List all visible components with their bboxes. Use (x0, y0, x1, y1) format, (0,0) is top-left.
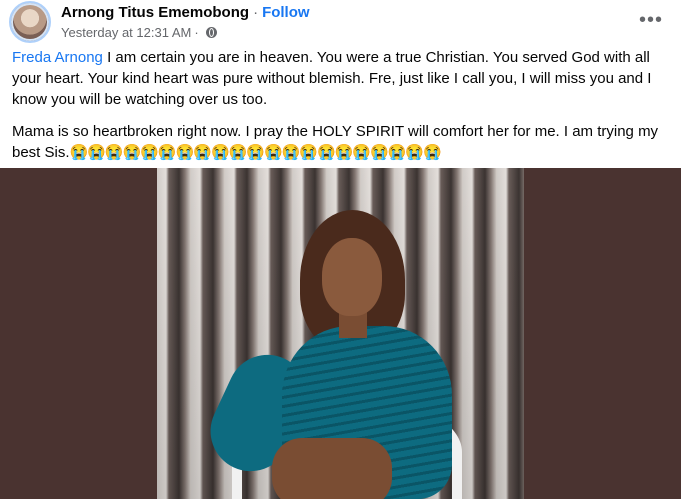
follow-button[interactable]: Follow (262, 4, 310, 21)
name-separator: · (253, 4, 259, 21)
post-photo-container[interactable] (0, 168, 681, 499)
meta-separator: · (194, 25, 199, 40)
post-body: Freda Arnong I am certain you are in hea… (12, 47, 672, 174)
mention-link[interactable]: Freda Arnong (12, 49, 103, 66)
author-row: Arnong Titus Ememobong · Follow (61, 4, 310, 21)
crying-emoji-row: 😭😭😭😭😭😭😭😭😭😭😭😭😭😭😭😭😭😭😭😭😭 (69, 144, 442, 161)
post-photo[interactable] (157, 168, 524, 499)
post-timestamp[interactable]: Yesterday at 12:31 AM (61, 25, 191, 40)
author-avatar[interactable] (9, 1, 51, 43)
facebook-post: Arnong Titus Ememobong · Follow Yesterday … (0, 0, 681, 499)
photo-face (322, 238, 382, 316)
post-meta: Yesterday at 12:31 AM · (61, 25, 217, 40)
photo-legs (272, 438, 392, 499)
paragraph-1-text: I am certain you are in heaven. You were… (12, 49, 652, 108)
post-header: Arnong Titus Ememobong · Follow Yesterday … (9, 1, 681, 43)
post-paragraph-2: Mama is so heartbroken right now. I pray… (12, 121, 672, 163)
globe-icon[interactable] (205, 27, 217, 38)
post-paragraph-1: Freda Arnong I am certain you are in hea… (12, 47, 672, 110)
author-name[interactable]: Arnong Titus Ememobong (61, 4, 249, 21)
more-options-icon[interactable]: ••• (639, 9, 663, 32)
